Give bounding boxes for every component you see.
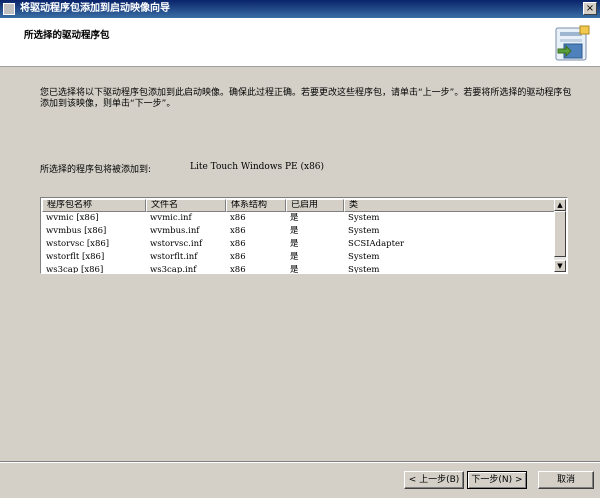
cell-class: System [348, 226, 380, 236]
close-button[interactable]: × [583, 2, 597, 15]
cell-class: SCSIAdapter [348, 239, 405, 249]
cell-file-name: wvmic.inf [150, 213, 192, 223]
cell-file-name: wstorflt.inf [150, 252, 198, 262]
footer-separator [0, 461, 600, 463]
cell-architecture: x86 [230, 252, 246, 262]
column-header-file-name[interactable]: 文件名 [146, 199, 226, 212]
cell-enabled: 是 [290, 213, 299, 223]
scroll-down-arrow-icon[interactable]: ▼ [554, 260, 566, 272]
cell-file-name: ws3cap.inf [150, 265, 197, 274]
column-header-class[interactable]: 类 [344, 199, 555, 212]
cell-enabled: 是 [290, 226, 299, 236]
driver-package-list[interactable]: 程序包名称 文件名 体系结构 已启用 类 wvmic [x86] wvmic.i… [40, 197, 568, 274]
cell-architecture: x86 [230, 226, 246, 236]
page-title: 所选择的驱动程序包 [24, 30, 110, 41]
cell-package-name: wstorvsc [x86] [46, 239, 110, 249]
vertical-scrollbar[interactable]: ▲ ▼ [554, 199, 566, 272]
table-row[interactable]: wvmic [x86] wvmic.inf x86 是 System [42, 212, 555, 225]
cell-enabled: 是 [290, 265, 299, 274]
cell-architecture: x86 [230, 213, 246, 223]
table-row[interactable]: wstorvsc [x86] wstorvsc.inf x86 是 SCSIAd… [42, 238, 555, 251]
cell-enabled: 是 [290, 252, 299, 262]
app-icon [3, 3, 15, 15]
cancel-button[interactable]: 取消 [538, 471, 594, 489]
scroll-up-arrow-icon[interactable]: ▲ [554, 199, 566, 211]
cell-enabled: 是 [290, 239, 299, 249]
target-label: 所选择的程序包将被添加到: [40, 165, 152, 175]
cell-file-name: wstorvsc.inf [150, 239, 203, 249]
next-button[interactable]: 下一步(N) > [467, 471, 527, 489]
target-value: Lite Touch Windows PE (x86) [190, 162, 325, 172]
cell-package-name: wvmic [x86] [46, 213, 99, 223]
intro-text: 您已选择将以下驱动程序包添加到此启动映像。确保此过程正确。若要更改这些程序包，请… [40, 88, 572, 109]
list-header: 程序包名称 文件名 体系结构 已启用 类 [42, 199, 555, 212]
column-header-package-name[interactable]: 程序包名称 [42, 199, 146, 212]
cell-package-name: ws3cap [x86] [46, 265, 104, 274]
back-button[interactable]: < 上一步(B) [404, 471, 464, 489]
window-title: 将驱动程序包添加到启动映像向导 [20, 3, 170, 14]
wizard-package-icon [555, 25, 590, 61]
table-row[interactable]: wstorflt [x86] wstorflt.inf x86 是 System [42, 251, 555, 264]
cell-class: System [348, 265, 380, 274]
cell-architecture: x86 [230, 239, 246, 249]
cell-class: System [348, 252, 380, 262]
list-body: wvmic [x86] wvmic.inf x86 是 System wvmbu… [42, 212, 555, 274]
cell-file-name: wvmbus.inf [150, 226, 200, 236]
wizard-header: 所选择的驱动程序包 [0, 18, 600, 67]
cell-package-name: wstorflt [x86] [46, 252, 105, 262]
cell-package-name: wvmbus [x86] [46, 226, 107, 236]
scroll-thumb[interactable] [554, 211, 566, 257]
cell-architecture: x86 [230, 265, 246, 274]
table-row[interactable]: wvmbus [x86] wvmbus.inf x86 是 System [42, 225, 555, 238]
column-header-architecture[interactable]: 体系结构 [226, 199, 286, 212]
column-header-enabled[interactable]: 已启用 [286, 199, 344, 212]
table-row[interactable]: ws3cap [x86] ws3cap.inf x86 是 System [42, 264, 555, 274]
title-bar: 将驱动程序包添加到启动映像向导 × [0, 0, 600, 18]
cell-class: System [348, 213, 380, 223]
